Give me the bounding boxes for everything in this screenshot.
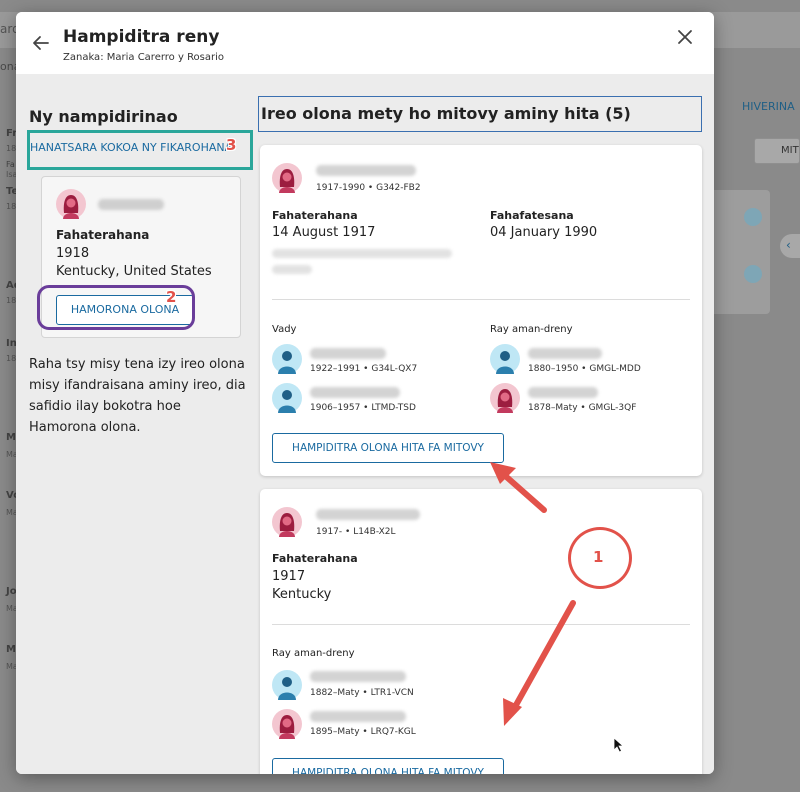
birth-date: 1918 <box>56 246 90 261</box>
add-mother-dialog: Hampiditra reny Zanaka: Maria Carerro y … <box>16 12 714 774</box>
female-avatar-icon <box>490 383 520 413</box>
male-avatar-icon <box>490 344 520 374</box>
birth-label: Fahaterahana <box>272 209 358 222</box>
dialog-body: Ny nampidirinao HANATSARA KOKOA NY FIKAR… <box>16 74 714 774</box>
record-icon <box>744 265 762 283</box>
match-lifespan-id: 1917- • L14B-X2L <box>316 527 396 537</box>
mouse-cursor-icon <box>613 737 625 753</box>
parent-lifespan-id: 1878–Maty • GMGL-3QF <box>528 403 637 413</box>
background-list-meta: 18 <box>6 144 17 153</box>
female-avatar-icon <box>272 709 302 739</box>
background-tree-button: MIT <box>754 138 800 164</box>
close-icon[interactable] <box>676 28 694 46</box>
death-label: Fahafatesana <box>490 209 574 222</box>
dialog-header: Hampiditra reny Zanaka: Maria Carerro y … <box>16 12 714 74</box>
background-list-meta: 18 <box>6 296 17 305</box>
record-icon <box>744 208 762 226</box>
background-list-item: M <box>6 432 16 443</box>
dialog-subtitle: Zanaka: Maria Carerro y Rosario <box>63 52 225 63</box>
match-name-redacted <box>316 165 416 176</box>
male-avatar-icon <box>272 383 302 413</box>
parent-name-redacted <box>528 348 602 359</box>
parent-name-redacted <box>310 711 406 722</box>
parents-label: Ray aman-dreny <box>490 324 573 335</box>
birth-label: Fahaterahana <box>272 552 358 565</box>
background-list-item: Jo <box>6 586 17 597</box>
birth-place: Kentucky <box>272 587 332 602</box>
spouse-lifespan-id: 1922–1991 • G34L-QX7 <box>310 364 418 374</box>
female-avatar-icon <box>272 507 302 537</box>
match-card: 1917-1990 • G342-FB2 Fahaterahana 14 Aug… <box>260 145 702 476</box>
parent-lifespan-id: 1882–Maty • LTR1-VCN <box>310 688 414 698</box>
background-list-meta: 18 <box>6 354 17 363</box>
spouse-lifespan-id: 1906–1957 • LTMD-TSD <box>310 403 416 413</box>
background-list-item: M <box>6 644 16 655</box>
create-person-help-text: Raha tsy misy tena izy ireo olona misy i… <box>29 357 246 435</box>
birth-place-redacted <box>272 249 452 258</box>
dialog-title: Hampiditra reny <box>63 27 220 47</box>
annotation-badge-2: 2 <box>166 288 177 306</box>
female-avatar-icon <box>272 163 302 193</box>
parent-lifespan-id: 1880–1950 • GMGL-MDD <box>528 364 641 374</box>
background-tab-parents: HIVERINA <box>742 100 795 113</box>
background-list-meta: 18 <box>6 202 17 211</box>
background-list-item: Fa <box>6 160 15 169</box>
annotation-badge-3: 3 <box>226 136 237 154</box>
entered-info-heading: Ny nampidirinao <box>29 107 178 126</box>
birth-label: Fahaterahana <box>56 228 150 242</box>
match-name-redacted <box>316 509 420 520</box>
add-matching-person-button[interactable]: HAMPIDITRA OLONA HITA FA MITOVY <box>272 433 504 463</box>
male-avatar-icon <box>272 670 302 700</box>
birth-place: Kentucky, United States <box>56 264 212 279</box>
birth-date: 1917 <box>272 569 306 584</box>
birth-place-redacted <box>272 265 312 274</box>
parent-lifespan-id: 1895–Maty • LRQ7-KGL <box>310 727 416 737</box>
male-avatar-icon <box>272 344 302 374</box>
annotation-badge-1: 1 <box>593 548 604 566</box>
background-family-card <box>714 190 770 314</box>
spouse-name-redacted <box>310 348 386 359</box>
back-arrow-icon[interactable] <box>32 34 50 52</box>
match-lifespan-id: 1917-1990 • G342-FB2 <box>316 183 421 193</box>
chevron-left-icon: ‹ <box>780 234 800 258</box>
add-matching-person-button[interactable]: HAMPIDITRA OLONA HITA FA MITOVY <box>272 758 504 774</box>
spouse-name-redacted <box>310 387 400 398</box>
divider <box>272 299 690 300</box>
possible-matches-heading: Ireo olona mety ho mitovy aminy hita (5) <box>258 96 702 132</box>
female-avatar-icon <box>56 189 86 219</box>
parents-label: Ray aman-dreny <box>272 648 355 659</box>
parent-name-redacted <box>310 671 406 682</box>
match-card: 1917- • L14B-X2L Fahaterahana 1917 Kentu… <box>260 489 702 774</box>
parent-name-redacted <box>528 387 598 398</box>
entered-person-name-redacted <box>98 199 164 210</box>
divider <box>272 624 690 625</box>
annotation-highlight-teal <box>27 130 253 170</box>
spouses-label: Vady <box>272 324 297 335</box>
death-date: 04 January 1990 <box>490 225 598 240</box>
birth-date: 14 August 1917 <box>272 225 376 240</box>
